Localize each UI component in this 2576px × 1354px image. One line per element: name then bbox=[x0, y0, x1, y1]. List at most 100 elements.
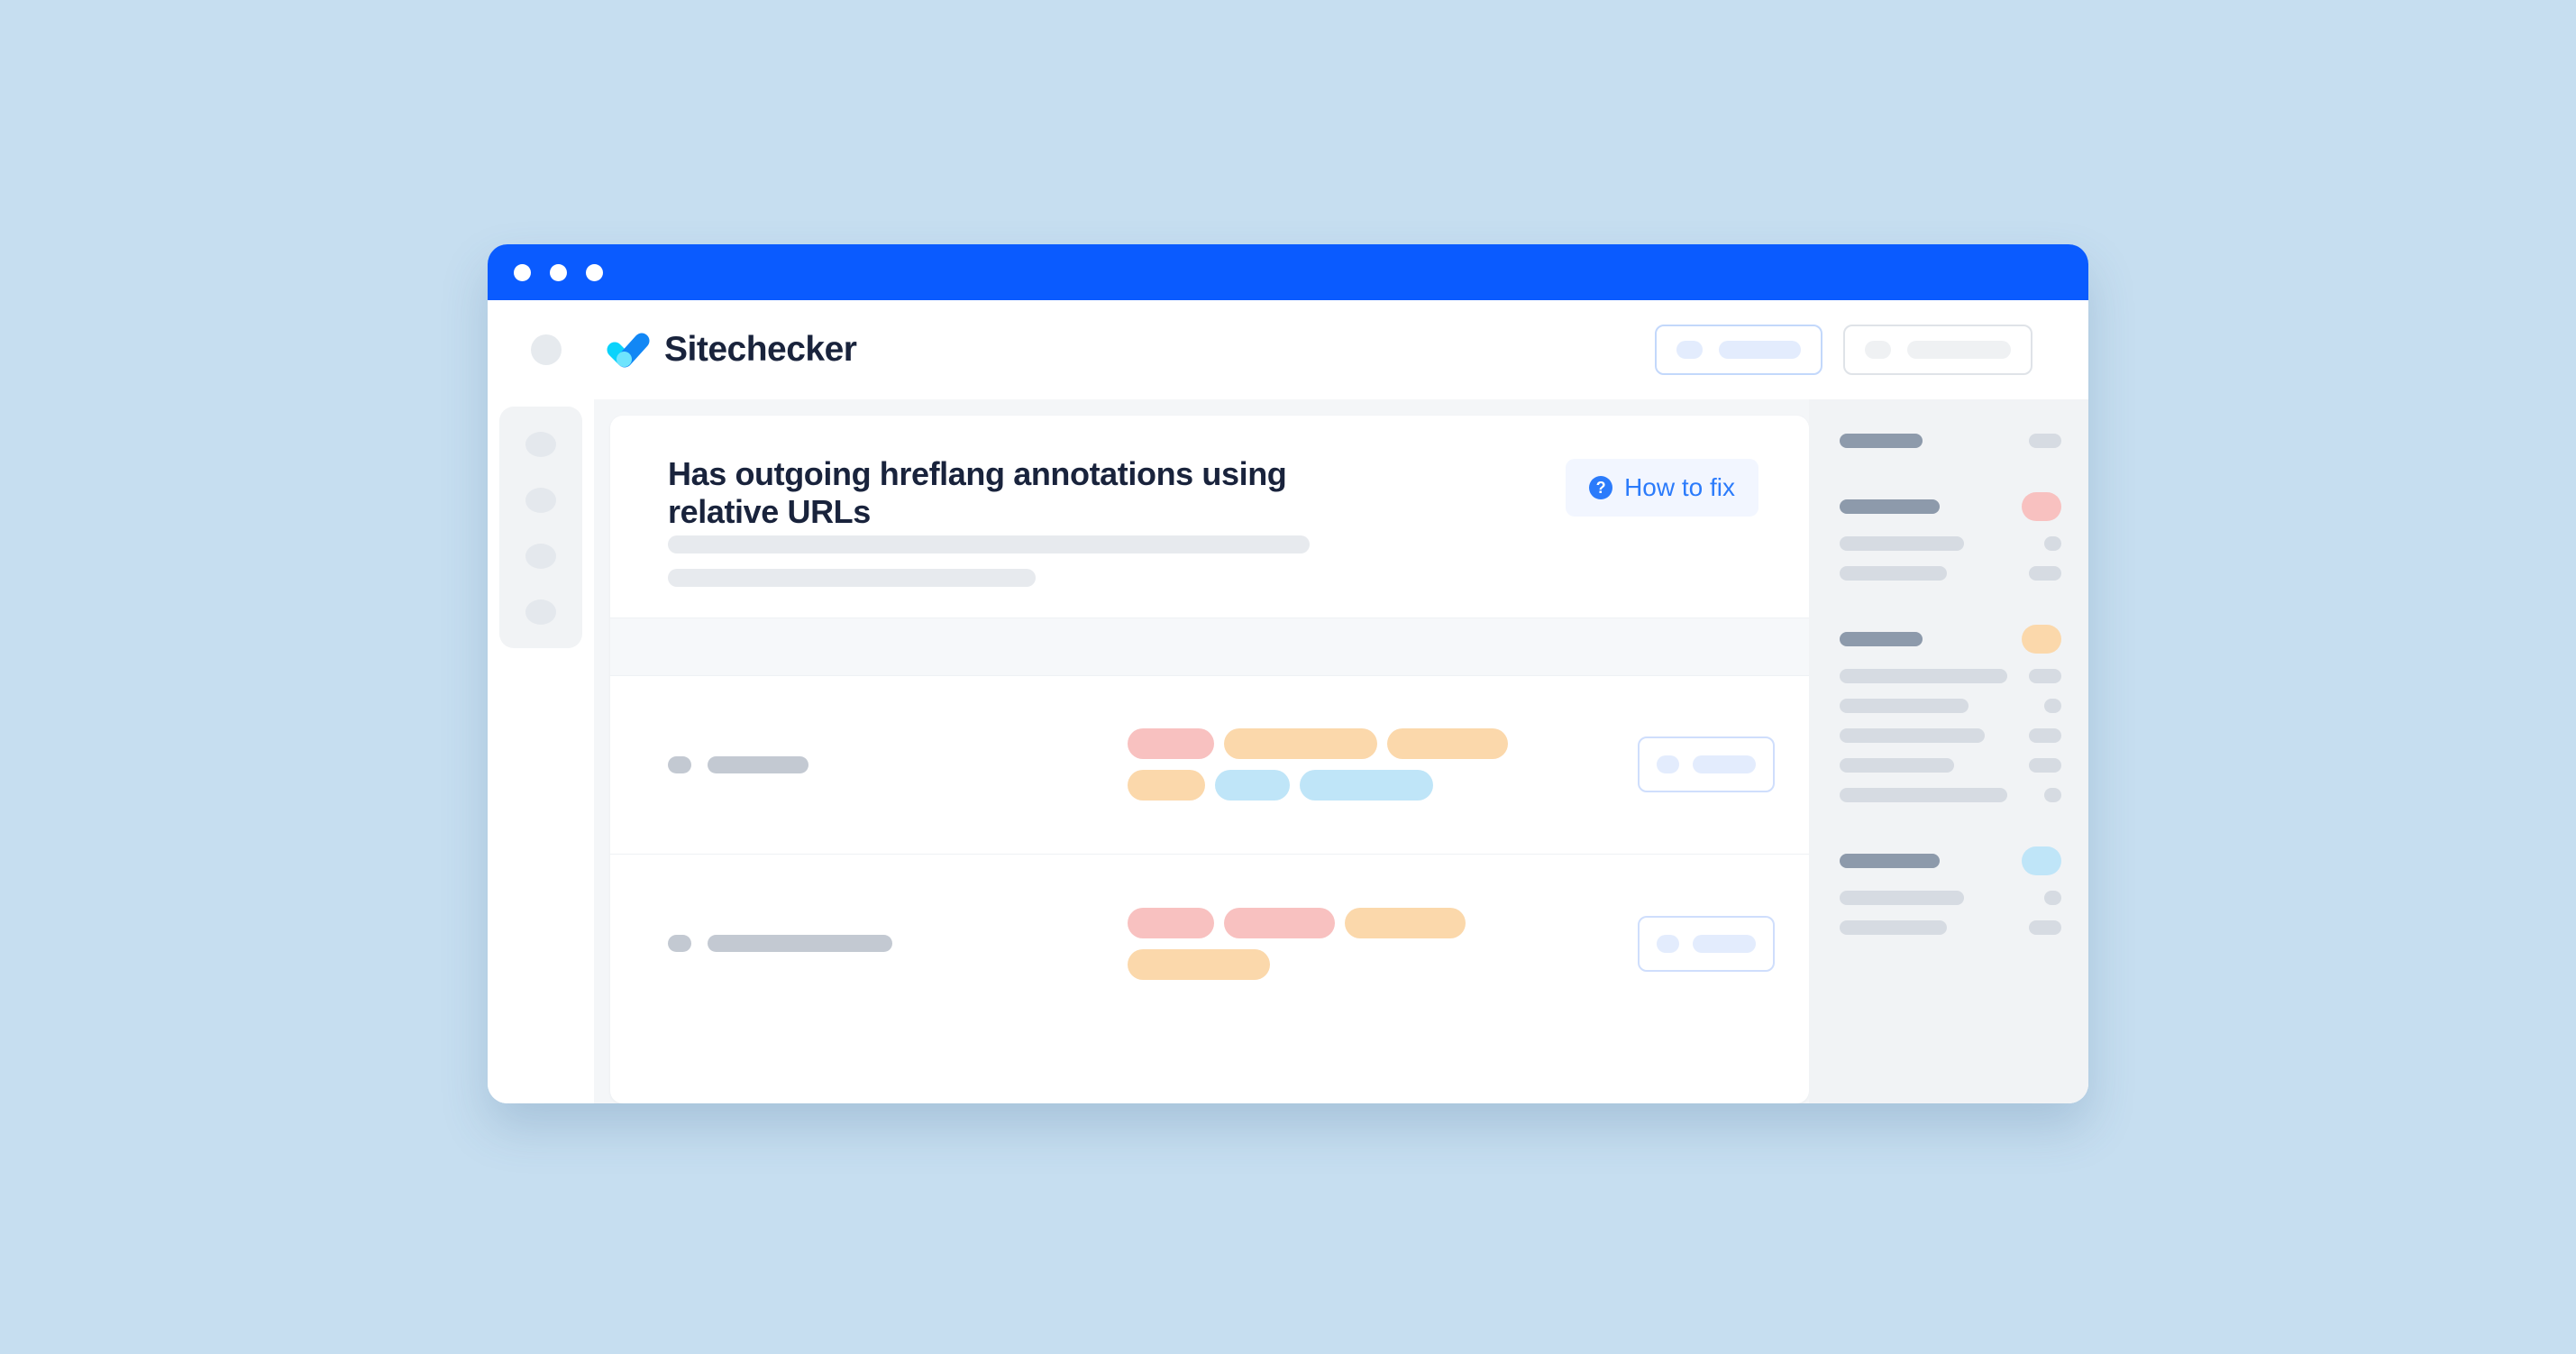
table-row-action bbox=[1611, 736, 1775, 793]
row-marker-icon bbox=[668, 755, 691, 773]
right-panel-line[interactable] bbox=[1840, 788, 2061, 802]
primary-button-icon bbox=[1676, 341, 1703, 359]
right-panel-label-placeholder bbox=[1840, 434, 1923, 448]
primary-skeleton-button[interactable] bbox=[1655, 325, 1822, 375]
browser-window: Sitechecker Has outgoing hreflang annota… bbox=[488, 244, 2088, 1103]
row-action-button[interactable] bbox=[1638, 736, 1775, 793]
right-panel-value-pill bbox=[2044, 699, 2061, 713]
right-panel-group bbox=[1840, 625, 2061, 802]
brand-logo-group[interactable]: Sitechecker bbox=[605, 330, 857, 370]
sidebar-item-4-icon[interactable] bbox=[525, 599, 556, 625]
issue-card-header: Has outgoing hreflang annotations using … bbox=[610, 416, 1809, 618]
right-panel-value-pill bbox=[2029, 728, 2061, 743]
app-body: Has outgoing hreflang annotations using … bbox=[488, 399, 2088, 1103]
table-row-tags bbox=[1128, 907, 1587, 980]
row-action-icon bbox=[1657, 755, 1679, 774]
row-label-placeholder bbox=[708, 755, 808, 773]
table-row-label-group bbox=[668, 935, 1128, 953]
row-action-label-placeholder bbox=[1693, 934, 1756, 953]
tag-pill bbox=[1387, 728, 1508, 760]
window-dot-minimize-icon[interactable] bbox=[550, 263, 567, 281]
issue-table-rows bbox=[610, 676, 1809, 1103]
subtitle-placeholder-1 bbox=[668, 535, 1310, 553]
row-label-placeholder bbox=[708, 935, 892, 953]
table-header-band bbox=[610, 617, 1809, 676]
left-sidebar-panel bbox=[499, 407, 582, 648]
right-panel-spacer bbox=[1840, 596, 2061, 625]
right-panel-line[interactable] bbox=[1840, 566, 2061, 581]
right-panel-line[interactable] bbox=[1840, 492, 2061, 521]
table-row-tags bbox=[1128, 728, 1587, 801]
right-panel-label-placeholder bbox=[1840, 499, 1940, 514]
right-panel-value-pill bbox=[2044, 891, 2061, 905]
question-mark-circle-icon: ? bbox=[1589, 476, 1613, 499]
right-panel-status-badge bbox=[2022, 625, 2061, 654]
how-to-fix-button[interactable]: ? How to fix bbox=[1566, 459, 1758, 517]
right-panel-label-placeholder bbox=[1840, 669, 2007, 683]
right-panel-label-placeholder bbox=[1840, 728, 1985, 743]
right-panel-label-placeholder bbox=[1840, 854, 1940, 868]
page-title: Has outgoing hreflang annotations using … bbox=[668, 455, 1287, 531]
left-sidebar bbox=[488, 399, 594, 1103]
right-panel-line[interactable] bbox=[1840, 669, 2061, 683]
right-panel-value-pill bbox=[2044, 536, 2061, 551]
right-panel-line[interactable] bbox=[1840, 758, 2061, 773]
right-panel-label-placeholder bbox=[1840, 891, 1964, 905]
secondary-button-label-placeholder bbox=[1907, 341, 2011, 359]
right-panel-group bbox=[1840, 492, 2061, 581]
right-panel-line[interactable] bbox=[1840, 891, 2061, 905]
secondary-skeleton-button[interactable] bbox=[1843, 325, 2032, 375]
main-content: Has outgoing hreflang annotations using … bbox=[594, 399, 1809, 1103]
right-panel-line[interactable] bbox=[1840, 536, 2061, 551]
right-panel-line[interactable] bbox=[1840, 625, 2061, 654]
brand-name: Sitechecker bbox=[664, 330, 857, 369]
right-panel-value-pill bbox=[2044, 788, 2061, 802]
right-panel-group bbox=[1840, 434, 2061, 448]
right-panel-label-placeholder bbox=[1840, 699, 1969, 713]
tag-pill bbox=[1300, 770, 1433, 801]
menu-toggle-icon[interactable] bbox=[531, 334, 562, 365]
sidebar-item-2-icon[interactable] bbox=[525, 488, 556, 513]
right-panel-line[interactable] bbox=[1840, 728, 2061, 743]
primary-button-label-placeholder bbox=[1719, 341, 1801, 359]
right-panel-spacer bbox=[1840, 463, 2061, 492]
right-panel-value-pill bbox=[2029, 669, 2061, 683]
right-panel-label-placeholder bbox=[1840, 566, 1947, 581]
table-row-action bbox=[1611, 915, 1775, 972]
tag-pill bbox=[1224, 728, 1377, 760]
right-panel-label-placeholder bbox=[1840, 536, 1964, 551]
tag-pill bbox=[1128, 948, 1270, 980]
tag-pill bbox=[1128, 907, 1214, 938]
right-panel-spacer bbox=[1840, 818, 2061, 846]
table-row-label-group bbox=[668, 755, 1128, 773]
row-action-icon bbox=[1657, 934, 1679, 953]
row-marker-icon bbox=[668, 935, 691, 953]
sidebar-item-1-icon[interactable] bbox=[525, 432, 556, 457]
right-panel-line[interactable] bbox=[1840, 846, 2061, 875]
tag-pill bbox=[1215, 770, 1290, 801]
tag-pill bbox=[1128, 770, 1205, 801]
row-action-button[interactable] bbox=[1638, 915, 1775, 972]
right-panel-value-pill bbox=[2029, 434, 2061, 448]
table-row[interactable] bbox=[610, 855, 1809, 1033]
right-panel-status-badge bbox=[2022, 846, 2061, 875]
right-panel-line[interactable] bbox=[1840, 699, 2061, 713]
right-panel-group bbox=[1840, 846, 2061, 935]
header-actions bbox=[1655, 325, 2058, 375]
sitechecker-checkmark-logo-icon bbox=[605, 330, 652, 370]
window-dot-maximize-icon[interactable] bbox=[586, 263, 603, 281]
right-panel-line[interactable] bbox=[1840, 434, 2061, 448]
issue-card: Has outgoing hreflang annotations using … bbox=[610, 416, 1809, 1103]
right-panel-value-pill bbox=[2029, 920, 2061, 935]
subtitle-placeholder-2 bbox=[668, 568, 1036, 587]
secondary-button-icon bbox=[1865, 341, 1891, 359]
row-action-label-placeholder bbox=[1693, 755, 1756, 774]
table-row[interactable] bbox=[610, 676, 1809, 855]
right-panel-label-placeholder bbox=[1840, 920, 1947, 935]
sidebar-item-3-icon[interactable] bbox=[525, 544, 556, 569]
window-titlebar bbox=[488, 244, 2088, 300]
right-panel-status-badge bbox=[2022, 492, 2061, 521]
right-panel-line[interactable] bbox=[1840, 920, 2061, 935]
window-dot-close-icon[interactable] bbox=[514, 263, 531, 281]
tag-pill bbox=[1128, 728, 1214, 760]
